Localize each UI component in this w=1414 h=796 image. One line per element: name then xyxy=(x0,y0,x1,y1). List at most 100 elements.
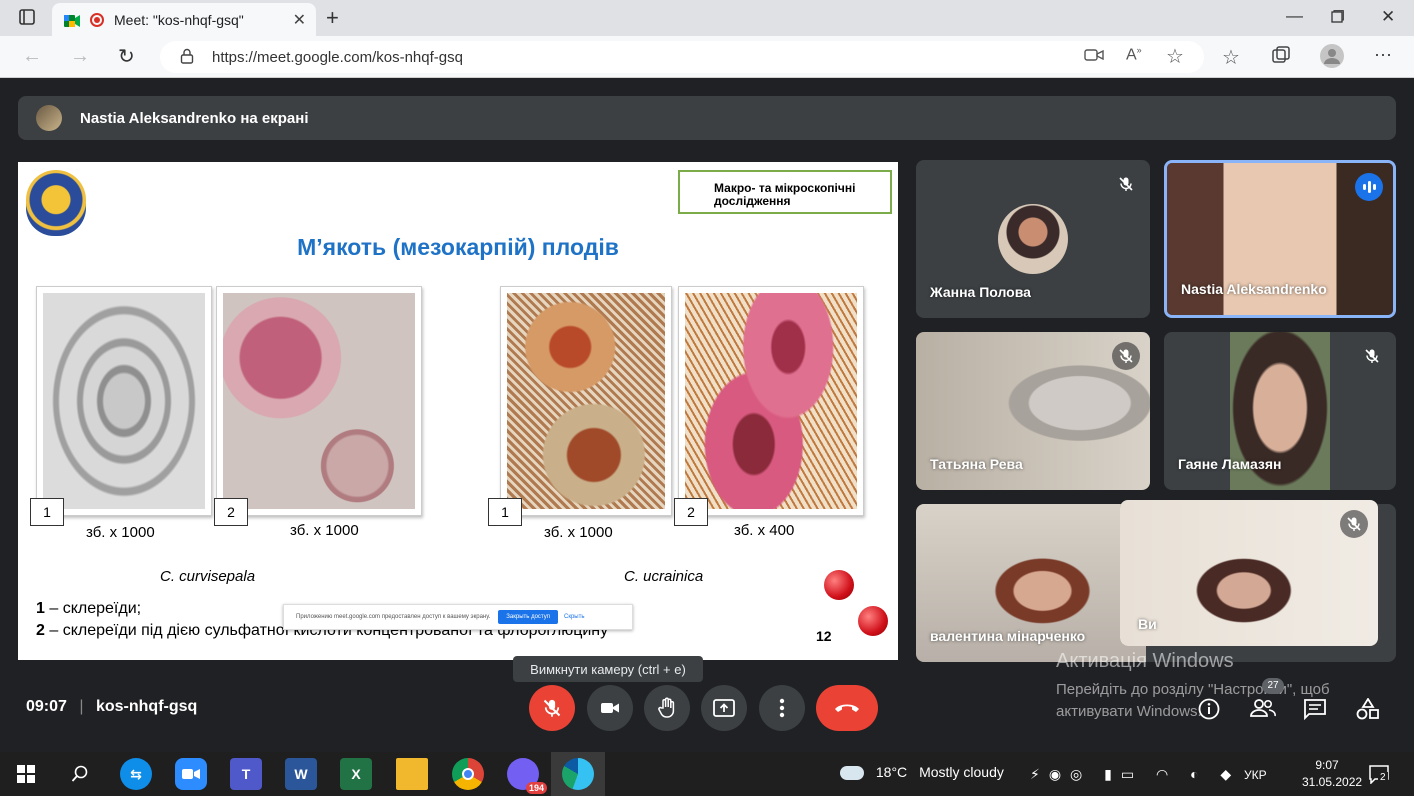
tab-actions-icon[interactable] xyxy=(18,8,36,31)
participant-name: валентина мінарченко xyxy=(930,628,1086,644)
participant-tile[interactable]: Жанна Полова xyxy=(916,160,1150,318)
hawthorn-berry-image xyxy=(858,606,888,636)
close-tab-icon[interactable]: ✕ xyxy=(293,10,306,30)
activities-button[interactable] xyxy=(1356,697,1380,725)
zoom-camera-icon xyxy=(182,769,200,779)
info-icon xyxy=(1198,698,1220,720)
meeting-info: 09:07 | kos-nhqf-gsq xyxy=(26,698,198,715)
mic-off-icon xyxy=(1358,342,1386,370)
participant-name: Татьяна Рева xyxy=(930,456,1023,472)
forward-icon[interactable]: → xyxy=(70,45,90,68)
mic-off-icon xyxy=(543,699,561,717)
more-options-button[interactable] xyxy=(759,685,805,731)
viber-app[interactable]: 194 xyxy=(507,758,547,794)
taskbar-clock[interactable]: 9:07 31.05.2022 xyxy=(1302,757,1363,791)
teams-app[interactable]: T xyxy=(230,758,262,790)
presenter-text: Nastia Aleksandrenko на екрані xyxy=(80,109,309,127)
participant-name: Жанна Полова xyxy=(930,284,1031,300)
micrograph-4 xyxy=(678,286,864,516)
collections-icon[interactable] xyxy=(1271,46,1291,71)
file-explorer-app[interactable] xyxy=(396,758,428,790)
language-indicator[interactable]: УКР xyxy=(1244,768,1267,782)
back-icon[interactable]: ← xyxy=(22,45,42,68)
mic-off-icon xyxy=(1340,510,1368,538)
search-icon xyxy=(71,765,88,782)
start-button[interactable] xyxy=(10,758,42,790)
close-window-icon[interactable]: ✕ xyxy=(1381,7,1395,27)
minimize-icon[interactable]: — xyxy=(1286,6,1303,26)
word-app[interactable]: W xyxy=(285,758,317,790)
camera-in-use-icon[interactable] xyxy=(1084,47,1104,68)
university-crest-logo xyxy=(26,170,86,236)
micrograph-1 xyxy=(36,286,212,516)
chat-icon xyxy=(1304,699,1326,721)
teamviewer-app[interactable]: ⇆ xyxy=(120,758,152,790)
present-icon xyxy=(713,699,735,717)
mic-toggle-button[interactable] xyxy=(529,685,575,731)
notification-center[interactable]: 2 xyxy=(1368,764,1390,787)
search-button[interactable] xyxy=(64,758,96,790)
profile-avatar[interactable] xyxy=(1320,44,1344,73)
maximize-icon[interactable] xyxy=(1330,9,1344,29)
recording-icon xyxy=(90,12,104,27)
mic-off-icon xyxy=(1112,170,1140,198)
address-bar[interactable]: https://meet.google.com/kos-nhqf-gsq A» … xyxy=(160,41,1204,73)
present-screen-button[interactable] xyxy=(701,685,747,731)
url-text: https://meet.google.com/kos-nhqf-gsq xyxy=(212,48,463,66)
raise-hand-button[interactable] xyxy=(644,685,690,731)
camera-icon xyxy=(601,703,619,713)
shapes-icon xyxy=(1356,697,1379,720)
tab-title: Meet: "kos-nhqf-gsq" xyxy=(114,11,244,28)
self-view-tile[interactable]: Ви xyxy=(1120,500,1378,646)
participant-tile-active-speaker[interactable]: Nastia Aleksandrenko xyxy=(1164,160,1396,318)
excel-app[interactable]: X xyxy=(340,758,372,790)
leave-call-button[interactable] xyxy=(816,685,878,731)
meeting-details-button[interactable] xyxy=(1198,698,1220,725)
weather-temp: 18°C xyxy=(875,764,908,780)
people-icon xyxy=(1250,699,1276,717)
participant-tile[interactable]: Гаяне Ламазян xyxy=(1164,332,1396,490)
zoom-app[interactable] xyxy=(175,758,207,790)
camera-toggle-button[interactable] xyxy=(587,685,633,731)
windows-activation-watermark: Активація Windows Перейдіть до розділу "… xyxy=(1056,650,1330,720)
tray-icons[interactable]: ⚡◉◎ ▮▭ ◠ ◐ ◆ xyxy=(1030,766,1240,783)
micrograph-2 xyxy=(216,286,422,516)
chat-button[interactable] xyxy=(1303,698,1327,725)
weather-text: Mostly cloudy xyxy=(919,764,1004,780)
browser-tab-meet[interactable]: Meet: "kos-nhqf-gsq" ✕ xyxy=(52,3,316,36)
shared-screen: Макро- та мікроскопічні дослідження М’як… xyxy=(18,162,898,660)
hang-up-icon xyxy=(835,704,859,712)
new-tab-icon[interactable]: + xyxy=(326,5,339,31)
notification-count: 2 xyxy=(1378,772,1388,783)
image-number: 2 xyxy=(674,498,708,526)
weather-widget[interactable]: 18°C Mostly cloudy xyxy=(840,764,1004,781)
presenter-banner: Nastia Aleksandrenko на екрані xyxy=(18,96,1396,140)
more-menu-icon[interactable]: ··· xyxy=(1374,44,1392,65)
clock-date: 31.05.2022 xyxy=(1302,775,1363,789)
species-name: C. ucrainica xyxy=(624,568,704,585)
edge-app[interactable] xyxy=(562,758,594,790)
meeting-time: 09:07 xyxy=(26,698,67,715)
micrograph-3 xyxy=(500,286,672,516)
read-aloud-icon[interactable]: A» xyxy=(1126,45,1142,64)
share-banner-text: Приложению meet.google.com предоставлен … xyxy=(296,614,491,620)
hide-banner-link[interactable]: Скрыть xyxy=(564,614,584,620)
lock-icon[interactable] xyxy=(180,48,194,69)
show-everyone-button[interactable] xyxy=(1250,698,1276,723)
participant-name: Гаяне Ламазян xyxy=(1178,456,1282,472)
magnification-caption: зб. х 400 xyxy=(734,522,795,539)
browser-toolbar: ← → ↻ https://meet.google.com/kos-nhqf-g… xyxy=(0,36,1414,78)
participant-name: Nastia Aleksandrenko xyxy=(1181,281,1327,297)
add-favorite-icon[interactable]: ☆ xyxy=(1166,44,1184,69)
meeting-code: kos-nhqf-gsq xyxy=(95,698,198,715)
participant-tile[interactable]: Татьяна Рева xyxy=(916,332,1150,490)
presenter-avatar xyxy=(36,105,62,131)
reload-icon[interactable]: ↻ xyxy=(118,44,135,69)
chrome-app[interactable] xyxy=(452,758,484,790)
google-meet-icon xyxy=(64,14,80,27)
favorites-icon[interactable]: ☆ xyxy=(1222,45,1240,70)
stop-sharing-button[interactable]: Закрыть доступ xyxy=(498,610,558,624)
browser-tab-strip: Meet: "kos-nhqf-gsq" ✕ + — ✕ xyxy=(0,0,1414,36)
slide-title: М’якоть (мезокарпій) плодів xyxy=(297,234,619,260)
windows-logo-icon xyxy=(17,765,35,783)
